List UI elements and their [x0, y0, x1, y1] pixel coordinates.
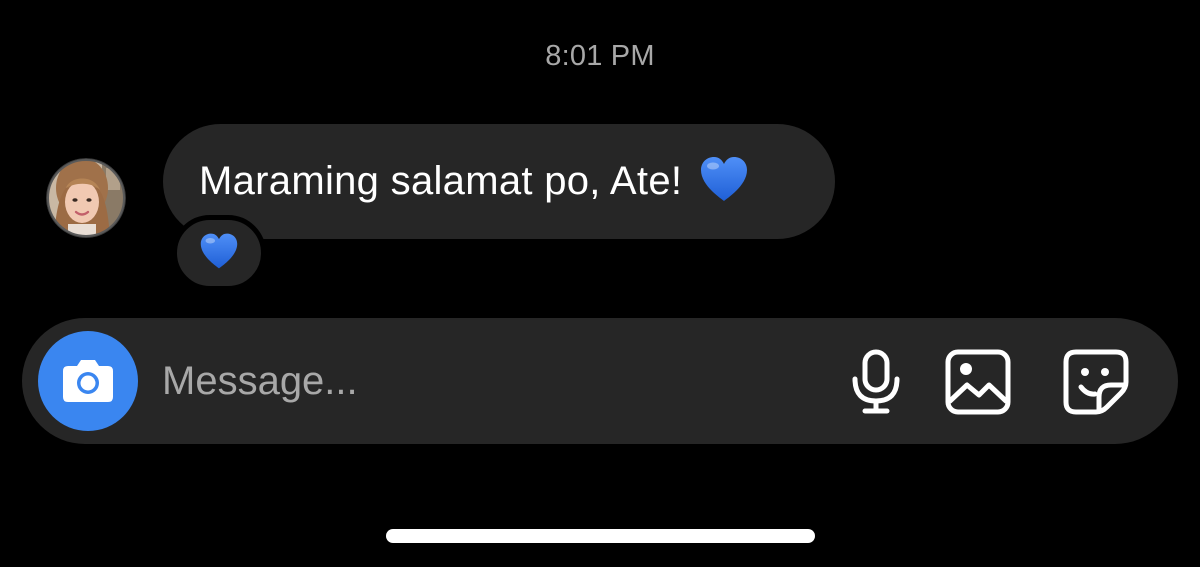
- gallery-button[interactable]: [944, 348, 1012, 416]
- camera-button[interactable]: [38, 331, 138, 431]
- received-message-bubble[interactable]: Maraming salamat po, Ate!: [163, 124, 835, 239]
- blue-heart-reaction-icon: [198, 232, 240, 275]
- sender-avatar[interactable]: [46, 158, 126, 238]
- message-reaction[interactable]: [172, 215, 266, 291]
- gallery-icon: [945, 349, 1011, 415]
- microphone-icon: [852, 349, 900, 414]
- avatar-image: [46, 158, 126, 238]
- microphone-button[interactable]: [842, 348, 910, 416]
- camera-icon: [63, 360, 113, 402]
- blue-heart-emoji-icon: [698, 155, 750, 208]
- sticker-icon: [1063, 349, 1129, 415]
- home-indicator[interactable]: [386, 529, 815, 543]
- message-composer: [22, 318, 1178, 444]
- sticker-button[interactable]: [1062, 348, 1130, 416]
- message-text: Maraming salamat po, Ate!: [199, 159, 683, 203]
- message-input[interactable]: [162, 356, 802, 406]
- message-timestamp: 8:01 PM: [545, 40, 655, 72]
